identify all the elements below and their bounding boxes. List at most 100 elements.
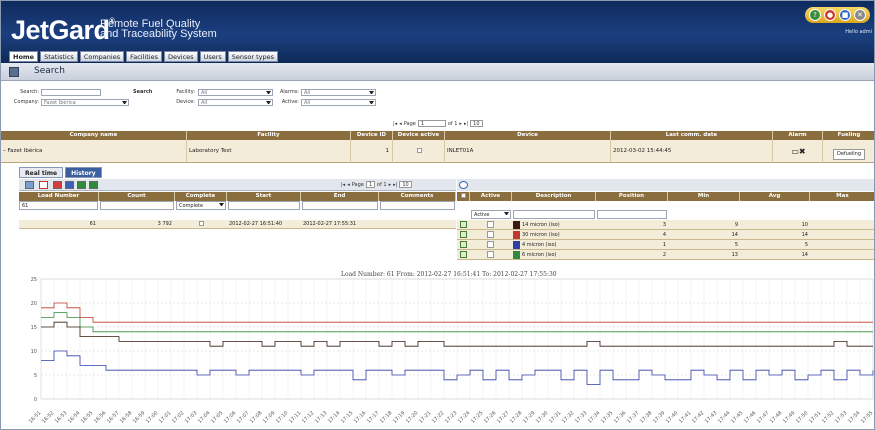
col-position[interactable]: Position (596, 192, 668, 201)
tab-real-time[interactable]: Real time (19, 167, 64, 178)
last-page-icon[interactable]: ▸| (393, 182, 397, 188)
nav-sensor-types[interactable]: Sensor types (227, 51, 279, 62)
sensor-select-checkbox[interactable] (460, 221, 467, 228)
active-label: Active: (281, 99, 299, 105)
sensor-row[interactable]: 4 micron (iso) 1 5 5 (457, 240, 874, 250)
filter-count[interactable] (100, 201, 174, 210)
user-icon[interactable]: ● (824, 9, 836, 21)
filter-position[interactable] (597, 210, 667, 219)
sensor-active-checkbox[interactable] (487, 251, 494, 258)
x-tick-label: 17:54 (847, 410, 861, 424)
filter-comments[interactable] (380, 201, 455, 210)
col-avg[interactable]: Avg (740, 192, 810, 201)
col-device-active[interactable]: Device active (393, 131, 445, 140)
next-page-icon[interactable]: ▸ (459, 121, 462, 127)
filter-end[interactable] (302, 201, 378, 210)
pdf-icon[interactable] (53, 181, 62, 189)
complete-checkbox[interactable] (198, 221, 204, 226)
col-device[interactable]: Device (445, 131, 611, 140)
sensor-active-checkbox[interactable] (487, 241, 494, 248)
sensor-row[interactable]: 14 micron (iso) 3 9 10 (457, 220, 874, 230)
sensor-row[interactable]: 6 micron (iso) 2 13 14 (457, 250, 874, 260)
col-facility[interactable]: Facility (187, 131, 351, 140)
nav-companies[interactable]: Companies (79, 51, 125, 62)
cell-load[interactable]: 61 (19, 220, 99, 229)
refresh-icon[interactable] (25, 181, 34, 189)
chevron-down-icon (219, 203, 224, 207)
excel-export-icon[interactable] (89, 181, 98, 189)
refresh-sensors-icon[interactable] (459, 181, 468, 189)
cell-comments[interactable] (379, 220, 456, 229)
select-all-checkbox[interactable] (460, 193, 466, 198)
filter-start[interactable] (228, 201, 300, 210)
active-select[interactable]: All (301, 99, 376, 106)
col-end[interactable]: End (301, 192, 379, 201)
first-page-icon[interactable]: |◂ (393, 121, 397, 127)
filter-load-number[interactable]: 61 (19, 201, 98, 210)
col-min[interactable]: Min (668, 192, 740, 201)
nav-devices[interactable]: Devices (163, 51, 198, 62)
history-chart[interactable]: 0 5 10 15 20 25 16:5116:5216:5316:5416:5516:56… (1, 269, 875, 430)
filter-active[interactable]: Active (471, 210, 511, 219)
col-load-number[interactable]: Load Number (19, 192, 99, 201)
nav-facilities[interactable]: Facilities (126, 51, 162, 62)
facility-select[interactable]: All (198, 89, 273, 96)
cell-complete[interactable] (175, 220, 227, 229)
help-icon[interactable]: ? (809, 9, 821, 21)
first-page-icon[interactable]: |◂ (341, 182, 345, 188)
last-page-icon[interactable]: ▸| (464, 121, 468, 127)
filter-description[interactable] (513, 210, 595, 219)
search-panel-header[interactable]: Search (1, 63, 874, 81)
sensor-active-checkbox[interactable] (487, 221, 494, 228)
cell-end[interactable]: 2012-02-27 17:55:31 (301, 220, 379, 229)
nav-home[interactable]: Home (9, 51, 39, 62)
pager-size-select[interactable]: 10 (470, 120, 483, 127)
word-icon[interactable] (65, 181, 74, 189)
search-button[interactable]: Search (133, 89, 152, 96)
excel-icon[interactable] (77, 181, 86, 189)
logo: JetGard® (11, 15, 115, 46)
alarms-select[interactable]: All (301, 89, 376, 96)
col-last-comm-date[interactable]: Last comm. date (611, 131, 773, 140)
col-complete[interactable]: Complete (175, 192, 227, 201)
cell-count[interactable]: 3 792 (99, 220, 175, 229)
home-icon[interactable]: ■ (839, 9, 851, 21)
reload-icon[interactable] (39, 181, 48, 189)
nav-users[interactable]: Users (199, 51, 226, 62)
prev-page-icon[interactable]: ◂ (347, 182, 350, 188)
filter-complete[interactable]: Complete (176, 201, 226, 210)
sensor-select-checkbox[interactable] (460, 241, 467, 248)
col-comments[interactable]: Comments (379, 192, 456, 201)
col-select-all[interactable] (457, 192, 470, 201)
col-max[interactable]: Max (810, 192, 874, 201)
pager-page-input[interactable]: 1 (365, 181, 376, 188)
col-alarm[interactable]: Alarm (773, 131, 823, 140)
sensor-select-checkbox[interactable] (460, 231, 467, 238)
sensor-select-checkbox[interactable] (460, 251, 467, 258)
col-device-id[interactable]: Device ID (351, 131, 393, 140)
col-count[interactable]: Count (99, 192, 175, 201)
device-active-checkbox[interactable] (417, 148, 422, 153)
prev-page-icon[interactable]: ◂ (399, 121, 402, 127)
sensor-active-checkbox[interactable] (487, 231, 494, 238)
tab-history[interactable]: History (65, 167, 102, 178)
next-page-icon[interactable]: ▸ (389, 182, 392, 188)
col-start[interactable]: Start (227, 192, 301, 201)
search-input[interactable] (41, 89, 101, 96)
pager-page-input[interactable]: 1 (417, 120, 446, 127)
device-select[interactable]: All (198, 99, 273, 106)
col-active[interactable]: Active (470, 192, 512, 201)
cell-start[interactable]: 2012-02-27 16:51:40 (227, 220, 301, 229)
defueling-button[interactable]: Defueling (832, 149, 866, 160)
pager-size-select[interactable]: 10 (399, 181, 412, 188)
nav-statistics[interactable]: Statistics (40, 51, 78, 62)
x-tick-label: 16:55 (80, 410, 94, 424)
settings-icon[interactable]: ✕ (854, 9, 866, 21)
col-company-name[interactable]: Company name (1, 131, 187, 140)
col-description[interactable]: Description (512, 192, 596, 201)
table-row[interactable]: – Fazet Ibérica (1, 140, 187, 163)
col-fueling[interactable]: Fueling (823, 131, 874, 140)
company-select[interactable]: Fazet Ibérica (41, 99, 129, 106)
alarm-off-icon[interactable]: ▭✖ (791, 147, 805, 156)
sensor-row[interactable]: 30 micron (iso) 4 14 14 (457, 230, 874, 240)
